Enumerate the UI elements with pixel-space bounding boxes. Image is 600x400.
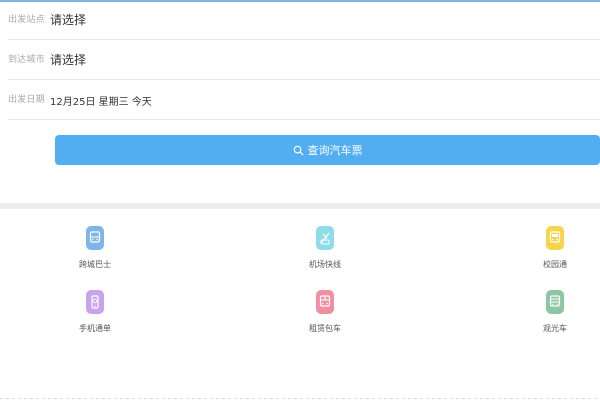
date-field[interactable]: 出发日期 12月25日 星期三 今天 <box>0 80 600 120</box>
bottom-divider <box>0 398 600 399</box>
service-charter-rental[interactable]: 租赁包车 <box>295 290 355 338</box>
service-campus-bus[interactable]: 校园通 <box>525 226 585 274</box>
plane-bus-icon <box>316 226 334 250</box>
departure-field[interactable]: 出发站点 请选择 <box>0 0 600 40</box>
search-bus-tickets-button[interactable]: 查询汽车票 <box>55 135 600 165</box>
departure-label: 出发站点 <box>8 15 45 25</box>
service-label: 校园通 <box>543 260 567 269</box>
search-button-label: 查询汽车票 <box>307 144 363 157</box>
search-icon <box>293 145 304 156</box>
service-sightseeing-bus[interactable]: 观光车 <box>525 290 585 338</box>
date-label: 出发日期 <box>8 95 45 105</box>
tour-bus-icon <box>546 290 564 314</box>
section-separator <box>0 203 600 209</box>
service-label: 手机通单 <box>79 324 111 333</box>
date-value[interactable]: 12月25日 星期三 今天 <box>50 93 152 108</box>
departure-value[interactable]: 请选择 <box>50 11 86 28</box>
destination-field[interactable]: 到达城市 请选择 <box>0 40 600 80</box>
charter-bus-icon <box>316 290 334 314</box>
service-airport-express[interactable]: 机场快线 <box>295 226 355 274</box>
divider <box>8 119 600 120</box>
service-intercity-bus[interactable]: 跨城巴士 <box>65 226 125 274</box>
service-label: 租赁包车 <box>309 324 341 333</box>
service-mobile-order[interactable]: 手机通单 <box>65 290 125 338</box>
service-label: 跨城巴士 <box>79 260 111 269</box>
bus-icon <box>86 226 104 250</box>
service-label: 观光车 <box>543 324 567 333</box>
school-bus-icon <box>546 226 564 250</box>
destination-value[interactable]: 请选择 <box>50 51 86 68</box>
destination-label: 到达城市 <box>8 55 45 65</box>
service-label: 机场快线 <box>309 260 341 269</box>
phone-icon <box>86 290 104 314</box>
